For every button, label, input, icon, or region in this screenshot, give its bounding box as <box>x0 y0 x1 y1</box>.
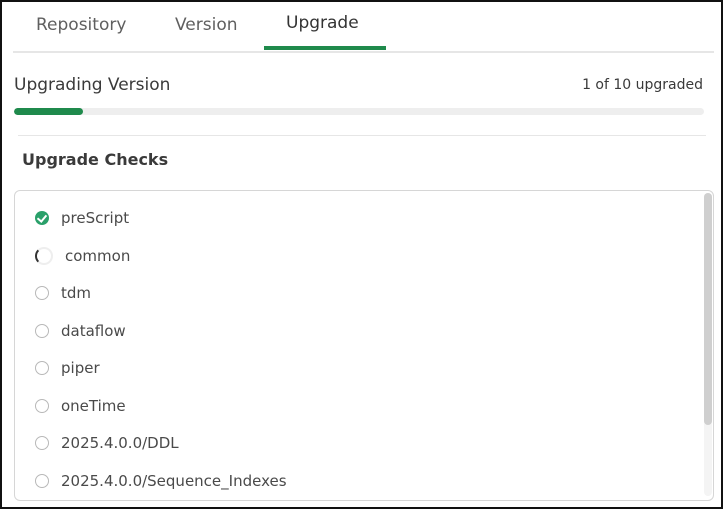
empty-circle-icon <box>35 436 49 450</box>
upgrading-version-title: Upgrading Version <box>14 75 171 95</box>
list-item: preScript <box>35 206 129 230</box>
empty-circle-icon <box>35 323 49 338</box>
check-label: dataflow <box>61 321 126 340</box>
check-label: 2025.4.0.0/Sequence_Indexes <box>61 471 287 490</box>
check-label: common <box>65 246 131 265</box>
tab-upgrade[interactable]: Upgrade <box>286 13 359 33</box>
list-item: common <box>35 244 130 268</box>
check-label: tdm <box>61 284 92 302</box>
empty-circle-icon <box>35 361 49 375</box>
upgrade-panel: Repository Version Upgrade Upgrading Ver… <box>0 0 723 509</box>
list-item: piper <box>35 356 100 380</box>
tab-version[interactable]: Version <box>175 15 238 35</box>
check-label: preScript <box>61 209 130 227</box>
spinner-icon <box>35 246 53 265</box>
empty-circle-icon <box>35 473 49 488</box>
list-item: 2025.4.0.0/DDL <box>35 431 179 455</box>
upgrade-checks-list[interactable]: preScript common tdm dataflow piper oneT… <box>14 190 714 501</box>
upgrade-progress-fill <box>14 108 83 115</box>
empty-circle-icon <box>35 286 49 300</box>
tab-repository[interactable]: Repository <box>36 15 126 35</box>
list-item: oneTime <box>35 394 126 418</box>
section-divider <box>18 135 706 136</box>
check-label: oneTime <box>61 396 126 415</box>
list-scrollbar[interactable] <box>704 193 712 496</box>
upgrade-progress-bar <box>14 108 704 115</box>
progress-count-text: 1 of 10 upgraded <box>582 77 703 93</box>
list-item: 2025.4.0.0/Sequence_Indexes <box>35 469 287 493</box>
list-item: tdm <box>35 281 91 305</box>
list-scrollbar-thumb[interactable] <box>704 193 712 425</box>
check-label: piper <box>61 359 100 377</box>
list-item: dataflow <box>35 319 126 343</box>
check-circle-icon <box>35 211 49 225</box>
empty-circle-icon <box>35 398 49 413</box>
active-tab-indicator <box>264 46 386 50</box>
upgrade-checks-title: Upgrade Checks <box>22 150 169 169</box>
check-label: 2025.4.0.0/DDL <box>61 434 179 452</box>
tab-bar: Repository Version Upgrade <box>13 2 714 53</box>
